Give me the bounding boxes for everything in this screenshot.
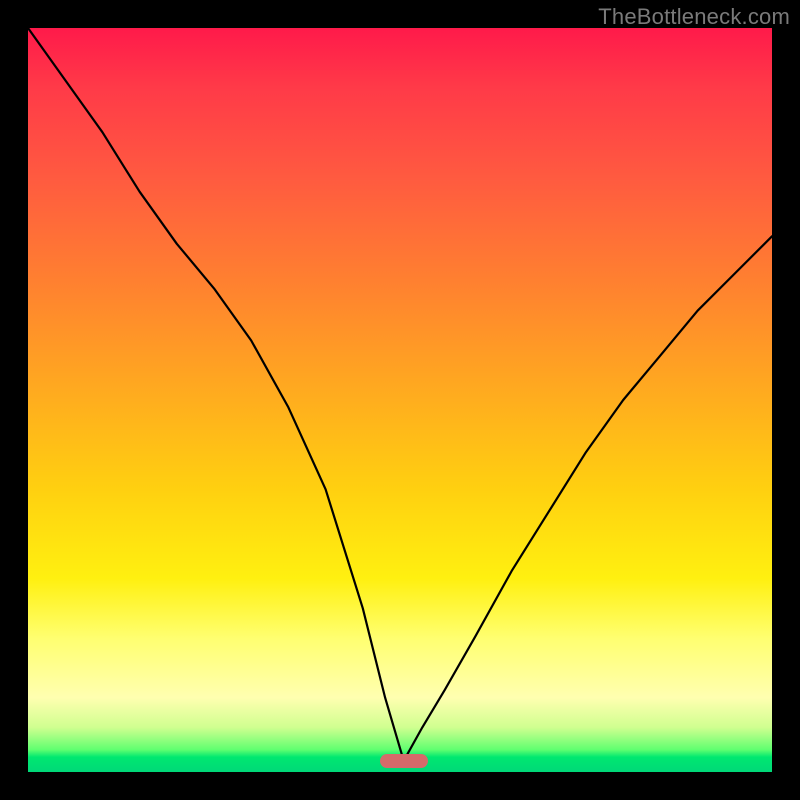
- optimal-range-marker: [380, 754, 428, 768]
- plot-area: [28, 28, 772, 772]
- bottleneck-curve: [28, 28, 772, 772]
- chart-frame: TheBottleneck.com: [0, 0, 800, 800]
- watermark-text: TheBottleneck.com: [598, 4, 790, 30]
